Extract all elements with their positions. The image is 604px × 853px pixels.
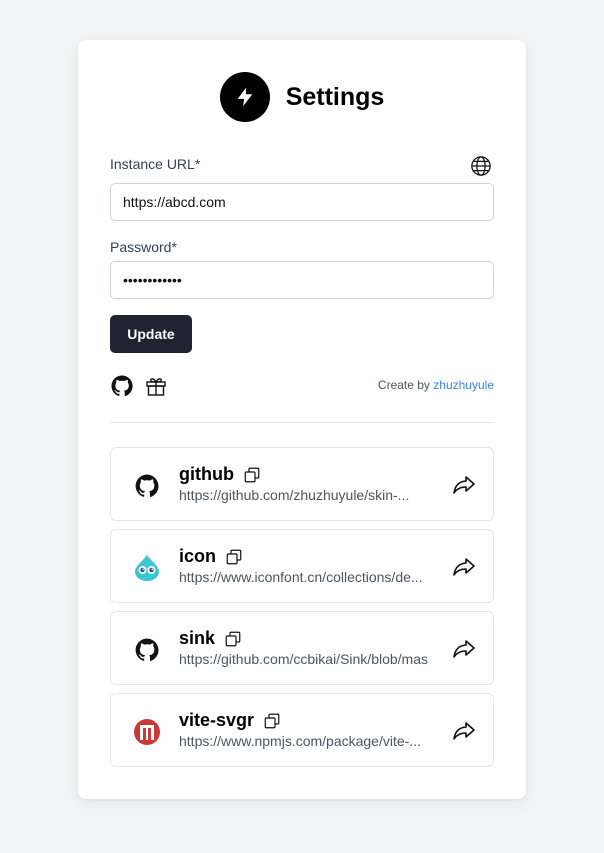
share-icon[interactable] bbox=[451, 554, 477, 580]
copy-icon[interactable] bbox=[223, 629, 243, 649]
globe-icon[interactable] bbox=[469, 154, 493, 178]
link-url: https://github.com/zhuzhuyule/skin-... bbox=[179, 487, 410, 503]
link-name: icon bbox=[179, 546, 217, 566]
github-icon bbox=[133, 472, 161, 500]
iconfont-icon bbox=[133, 554, 161, 582]
link-name: github bbox=[179, 464, 234, 484]
settings-card: Settings Instance URL* https://abcd.com … bbox=[78, 40, 526, 799]
share-icon[interactable] bbox=[451, 472, 477, 498]
copy-icon[interactable] bbox=[224, 547, 244, 567]
list-item[interactable]: icon https://www.iconfont.cn/collections… bbox=[110, 529, 494, 603]
github-icon bbox=[133, 636, 161, 664]
credit-prefix: Create by bbox=[377, 378, 430, 392]
credit-author-link[interactable]: zhuzhuyule bbox=[433, 378, 494, 392]
share-icon[interactable] bbox=[451, 636, 477, 662]
password-label: Password* bbox=[110, 239, 177, 255]
header: Settings bbox=[78, 72, 526, 122]
share-icon[interactable] bbox=[451, 718, 477, 744]
link-name: sink bbox=[179, 628, 216, 648]
instance-url-input[interactable]: https://abcd.com bbox=[110, 183, 494, 221]
update-button[interactable]: Update bbox=[110, 315, 192, 353]
link-name: vite-svgr bbox=[179, 710, 255, 730]
page-title: Settings bbox=[285, 82, 385, 111]
link-url: https://github.com/ccbikai/Sink/blob/mas bbox=[179, 651, 429, 667]
credit-text: Create by zhuzhuyule bbox=[378, 378, 494, 392]
copy-icon[interactable] bbox=[242, 465, 262, 485]
divider bbox=[110, 422, 494, 423]
instance-url-label: Instance URL* bbox=[110, 156, 201, 172]
password-input[interactable]: •••••••••••• bbox=[110, 261, 494, 299]
copy-icon[interactable] bbox=[262, 711, 282, 731]
github-icon[interactable] bbox=[110, 373, 134, 399]
footer-icons bbox=[110, 373, 168, 399]
list-item[interactable]: github https://github.com/zhuzhuyule/ski… bbox=[110, 447, 494, 521]
link-url: https://www.iconfont.cn/collections/de..… bbox=[179, 569, 423, 585]
npm-icon bbox=[133, 718, 161, 746]
lightning-logo-icon bbox=[219, 72, 270, 122]
link-url: https://www.npmjs.com/package/vite-... bbox=[179, 733, 421, 749]
list-item[interactable]: sink https://github.com/ccbikai/Sink/blo… bbox=[110, 611, 494, 685]
list-item[interactable]: vite-svgr https://www.npmjs.com/package/… bbox=[110, 693, 494, 767]
gift-icon[interactable] bbox=[144, 373, 168, 399]
